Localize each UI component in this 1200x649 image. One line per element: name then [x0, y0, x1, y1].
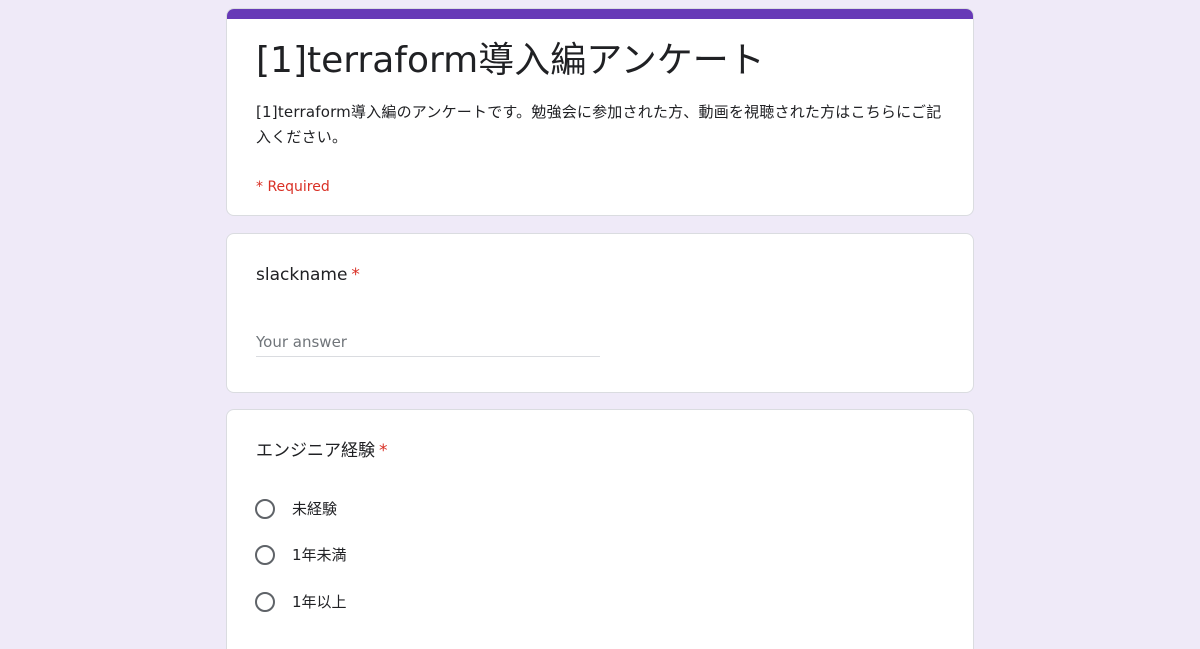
radio-option-label: 1年未満: [292, 546, 347, 564]
form-accent-bar: [227, 9, 973, 19]
question-title: エンジニア経験 *: [256, 439, 388, 463]
form-title: [1]terraform導入編アンケート: [256, 40, 765, 81]
form-description: [1]terraform導入編のアンケートです。勉強会に参加された方、動画を視聴…: [256, 103, 942, 146]
question-title-text: slackname: [256, 265, 348, 285]
radio-option-no-experience[interactable]: 未経験: [255, 495, 337, 523]
radio-button-icon[interactable]: [255, 499, 275, 519]
required-note: * Required: [256, 179, 330, 195]
question-title: slackname *: [256, 263, 360, 287]
question-card-slackname: slackname *: [226, 233, 974, 393]
radio-option-1-year-or-more[interactable]: 1年以上: [255, 588, 347, 616]
form-header-card: [1]terraform導入編アンケート [1]terraform導入編のアンケ…: [226, 8, 974, 216]
question-card-engineer-experience: エンジニア経験 * 未経験 1年未満 1年以上: [226, 409, 974, 649]
radio-option-label: 1年以上: [292, 593, 347, 611]
radio-button-icon[interactable]: [255, 592, 275, 612]
required-asterisk: *: [379, 441, 388, 461]
question-title-text: エンジニア経験: [256, 441, 375, 461]
required-asterisk: *: [351, 265, 360, 285]
radio-button-icon[interactable]: [255, 545, 275, 565]
slackname-answer-input[interactable]: [256, 328, 600, 357]
radio-option-less-than-1-year[interactable]: 1年未満: [255, 541, 347, 569]
radio-option-label: 未経験: [292, 500, 338, 518]
